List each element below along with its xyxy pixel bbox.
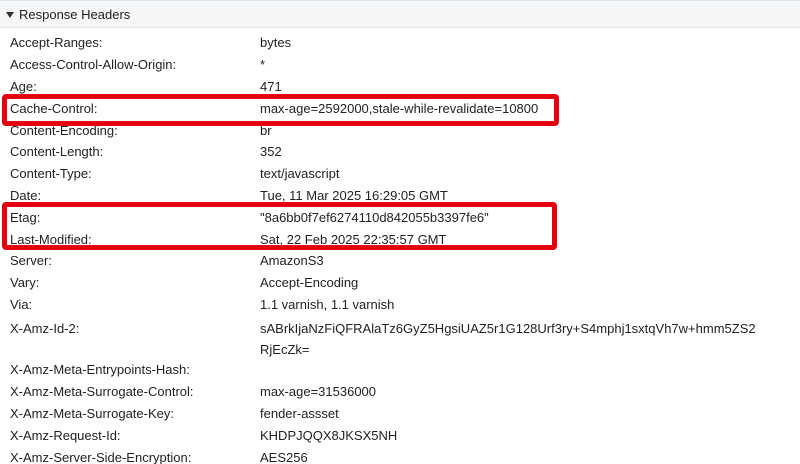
header-value: AES256 xyxy=(260,449,308,464)
header-value: Tue, 11 Mar 2025 16:29:05 GMT xyxy=(260,187,448,203)
header-name: X-Amz-Request-Id: xyxy=(10,427,121,443)
header-row: Access-Control-Allow-Origin: * xyxy=(0,54,800,76)
header-row: Accept-Ranges: bytes xyxy=(0,32,800,54)
header-name: Last-Modified: xyxy=(10,231,92,247)
header-name: X-Amz-Id-2: xyxy=(10,321,80,337)
header-value: * xyxy=(260,57,266,73)
header-name: X-Amz-Server-Side-Encryption: xyxy=(10,449,192,464)
header-name: Access-Control-Allow-Origin: xyxy=(10,57,177,73)
header-value: 352 xyxy=(260,144,282,160)
header-name: Accept-Ranges: xyxy=(10,35,103,51)
header-name: Etag: xyxy=(10,209,41,225)
header-row: X-Amz-Meta-Entrypoints-Hash: xyxy=(0,359,800,381)
header-row: Content-Type: text/javascript xyxy=(0,163,800,185)
headers-list: Accept-Ranges: bytes Access-Control-Allo… xyxy=(0,32,800,464)
header-value: bytes xyxy=(260,35,292,51)
header-name: Vary: xyxy=(10,275,40,291)
header-value: 1.1 varnish, 1.1 varnish xyxy=(260,296,395,312)
header-row: Etag: "8a6bb0f7ef6274110d842055b3397fe6" xyxy=(0,206,800,228)
header-value: text/javascript xyxy=(260,166,340,182)
header-row: Last-Modified: Sat, 22 Feb 2025 22:35:57… xyxy=(0,228,800,250)
header-value: max-age=31536000 xyxy=(260,384,377,400)
header-row: Age: 471 xyxy=(0,76,800,98)
header-name: X-Amz-Meta-Surrogate-Key: xyxy=(10,405,174,421)
header-value: 471 xyxy=(260,78,282,94)
header-name: Content-Type: xyxy=(10,166,92,182)
header-value: max-age=2592000,stale-while-revalidate=1… xyxy=(260,100,539,116)
header-row: X-Amz-Meta-Surrogate-Control: max-age=31… xyxy=(0,381,800,403)
header-row: Via: 1.1 varnish, 1.1 varnish xyxy=(0,294,800,316)
header-row: X-Amz-Id-2: sABrkIjaNzFiQFRAlaTz6GyZ5Hgs… xyxy=(0,315,800,359)
header-name: Content-Encoding: xyxy=(10,122,118,138)
header-name: X-Amz-Meta-Entrypoints-Hash: xyxy=(10,362,190,378)
section-title: Response Headers xyxy=(19,6,131,22)
header-row: X-Amz-Request-Id: KHDPJQQX8JKSX5NH xyxy=(0,424,800,446)
header-name: Content-Length: xyxy=(10,144,104,160)
triangle-down-icon xyxy=(6,11,14,18)
header-row: X-Amz-Server-Side-Encryption: AES256 xyxy=(0,446,800,464)
header-name: Date: xyxy=(10,187,42,203)
header-name: Server: xyxy=(10,253,52,269)
header-row: X-Amz-Meta-Surrogate-Key: fender-assset xyxy=(0,403,800,425)
header-name: Age: xyxy=(10,78,37,94)
header-row: Content-Encoding: br xyxy=(0,119,800,141)
header-value: KHDPJQQX8JKSX5NH xyxy=(260,427,398,443)
header-row: Server: AmazonS3 xyxy=(0,250,800,272)
header-value: Accept-Encoding xyxy=(260,275,359,291)
header-value: fender-assset xyxy=(260,405,339,421)
header-value: AmazonS3 xyxy=(260,253,324,269)
header-row: Cache-Control: max-age=2592000,stale-whi… xyxy=(0,97,800,119)
header-value: Sat, 22 Feb 2025 22:35:57 GMT xyxy=(260,231,447,247)
header-name: Via: xyxy=(10,296,33,312)
header-row: Content-Length: 352 xyxy=(0,141,800,163)
header-row: Vary: Accept-Encoding xyxy=(0,272,800,294)
header-value: "8a6bb0f7ef6274110d842055b3397fe6" xyxy=(260,209,489,225)
header-value: br xyxy=(260,122,272,138)
header-name: Cache-Control: xyxy=(10,100,98,116)
header-value: sABrkIjaNzFiQFRAlaTz6GyZ5HgsiUAZ5r1G128U… xyxy=(260,321,756,358)
header-row: Date: Tue, 11 Mar 2025 16:29:05 GMT xyxy=(0,185,800,207)
header-name: X-Amz-Meta-Surrogate-Control: xyxy=(10,384,194,400)
response-headers-toggle[interactable]: Response Headers xyxy=(0,0,800,28)
